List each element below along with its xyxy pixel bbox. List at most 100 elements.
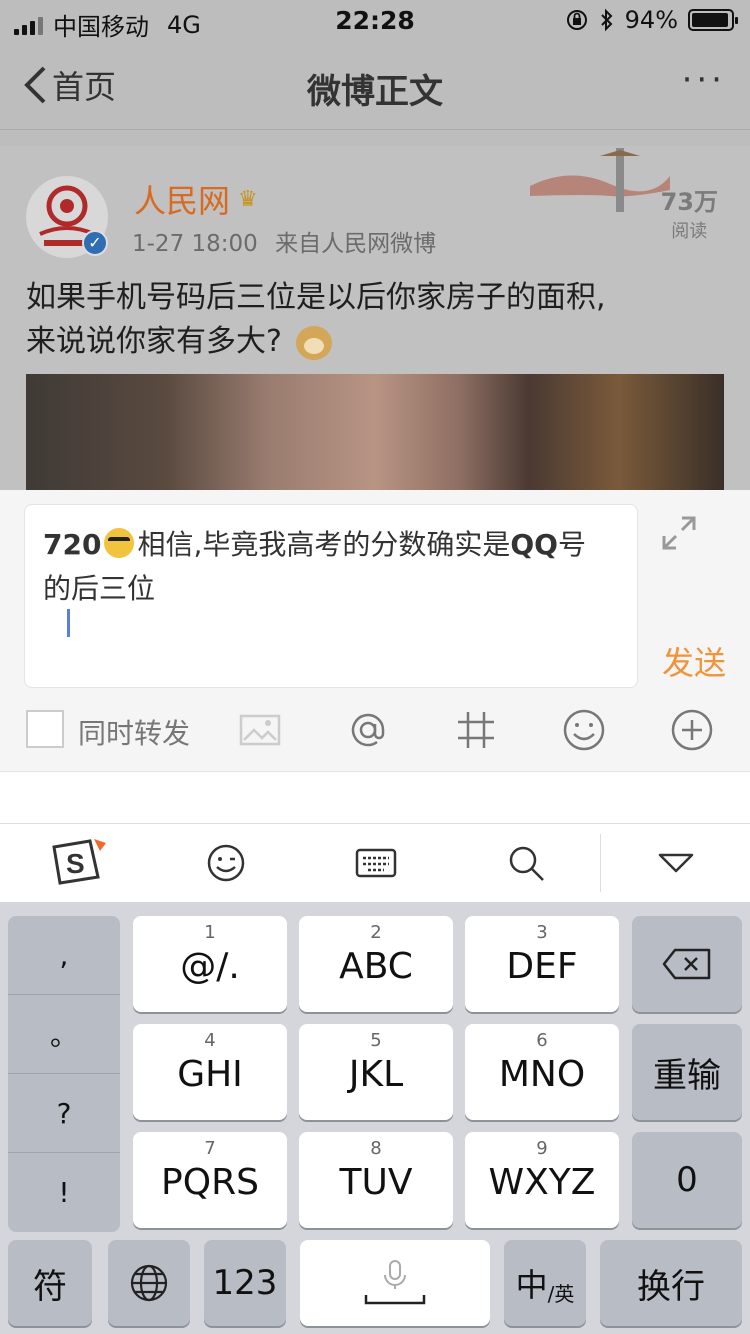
key-label: WXYZ (488, 1162, 596, 1203)
key-label: TUV (339, 1162, 413, 1203)
lang-sub-label: /英 (547, 1281, 575, 1306)
backspace-icon (662, 948, 711, 980)
key-number: 9 (536, 1138, 548, 1159)
key-number: 2 (370, 922, 382, 943)
keyboard-emoji-icon[interactable] (202, 838, 250, 888)
backspace-key[interactable] (632, 916, 742, 1012)
key-label: PQRS (161, 1162, 259, 1203)
sogou-logo-icon[interactable]: S (48, 838, 112, 888)
post-source: 来自人民网微博 (275, 231, 437, 257)
globe-key[interactable] (108, 1240, 190, 1326)
post-card: ✓ 人民网 ♛ 1-27 18:00 来自人民网微博 73万 阅读 如果手机号码… (0, 146, 750, 490)
post-text-line2: 来说说你家有多大? (26, 324, 282, 359)
key-1[interactable]: 1 @/. (133, 916, 287, 1012)
key-number: 5 (370, 1030, 382, 1051)
punctuation-column[interactable]: , 。 ? ! (8, 916, 120, 1232)
hashtag-icon[interactable] (454, 708, 498, 752)
keyboard-layout-icon[interactable] (352, 838, 400, 888)
keyboard: , 。 ? ! 1 @/. 2 ABC 3 DEF 4 GHI 5 JKL 6 … (0, 902, 750, 1334)
crown-badge-icon: ♛ (238, 186, 258, 212)
page-title: 微博正文 (307, 72, 443, 112)
bluetooth-icon (600, 8, 613, 32)
key-3[interactable]: 3 DEF (465, 916, 619, 1012)
decoration-image (530, 148, 670, 212)
punct-key-exclaim[interactable]: ! (8, 1153, 120, 1232)
collapse-keyboard-icon[interactable] (654, 838, 698, 888)
key-label: GHI (177, 1054, 243, 1095)
key-2[interactable]: 2 ABC (299, 916, 453, 1012)
status-bar: 中国移动 4G 22:28 94% (0, 0, 750, 41)
spacer (0, 772, 750, 824)
key-number: 6 (536, 1030, 548, 1051)
compose-toolbar: 同时转发 (0, 700, 750, 760)
lang-main-label: 中 (515, 1266, 548, 1304)
read-count-value: 73万 (660, 188, 718, 216)
comment-text-bold: QQ (510, 528, 558, 561)
key-label: JKL (348, 1054, 404, 1095)
nerd-emoji-icon (104, 528, 135, 558)
key-0[interactable]: 0 (632, 1132, 742, 1228)
read-count-label: 阅读 (671, 221, 708, 242)
repost-label[interactable]: 同时转发 (78, 712, 190, 752)
post-image[interactable] (26, 374, 724, 490)
reenter-label: 重输 (653, 1055, 721, 1096)
author-name[interactable]: 人民网 ♛ (134, 176, 258, 222)
nav-bar: 首页 微博正文 ··· (0, 40, 750, 130)
key-7[interactable]: 7 PQRS (133, 1132, 287, 1228)
author-label: 人民网 (134, 182, 231, 220)
post-text-line1: 如果手机号码后三位是以后你家房子的面积, (26, 280, 606, 315)
background-overlay[interactable]: 中国移动 4G 22:28 94% 首页 微博正文 ··· ✓ 人民网 ♛ 1-… (0, 0, 750, 490)
text-caret (67, 609, 70, 637)
repost-checkbox[interactable] (26, 710, 64, 748)
zero-label: 0 (676, 1160, 698, 1200)
language-key[interactable]: 中/英 (504, 1240, 586, 1326)
comment-text-line2: 的后三位 (43, 572, 156, 605)
key-4[interactable]: 4 GHI (133, 1024, 287, 1120)
microphone-icon (364, 1260, 426, 1305)
key-6[interactable]: 6 MNO (465, 1024, 619, 1120)
key-label: ABC (339, 946, 413, 987)
punct-key-period[interactable]: 。 (8, 995, 120, 1074)
read-count: 73万 阅读 (661, 182, 718, 243)
search-icon[interactable] (504, 838, 548, 888)
enter-label: 换行 (637, 1266, 705, 1307)
numbers-key[interactable]: 123 (204, 1240, 286, 1326)
key-8[interactable]: 8 TUV (299, 1132, 453, 1228)
post-meta: 1-27 18:00 来自人民网微博 (132, 224, 436, 258)
globe-icon (130, 1264, 168, 1302)
key-5[interactable]: 5 JKL (299, 1024, 453, 1120)
key-label: DEF (506, 946, 578, 987)
battery-percent: 94% (624, 6, 678, 34)
key-number: 1 (204, 922, 216, 943)
add-icon[interactable] (670, 708, 714, 752)
comment-text-part1: 相信,毕竟我高考的分数确实是 (137, 528, 511, 561)
key-label: @/. (180, 946, 240, 987)
expand-icon[interactable] (660, 514, 698, 552)
orientation-lock-icon (566, 10, 587, 30)
space-key[interactable] (300, 1240, 490, 1326)
key-number: 3 (536, 922, 548, 943)
comment-input[interactable]: 720 相信,毕竟我高考的分数确实是QQ号 的后三位 (24, 504, 638, 688)
svg-text:S: S (66, 848, 85, 879)
key-9[interactable]: 9 WXYZ (465, 1132, 619, 1228)
image-icon[interactable] (238, 708, 282, 752)
punct-key-question[interactable]: ? (8, 1074, 120, 1153)
punct-key-comma[interactable]: , (8, 916, 120, 995)
symbols-label: 符 (33, 1266, 67, 1307)
key-number: 8 (370, 1138, 382, 1159)
key-number: 7 (204, 1138, 216, 1159)
send-button[interactable]: 发送 (662, 638, 726, 684)
at-mention-icon[interactable] (346, 708, 390, 752)
enter-key[interactable]: 换行 (600, 1240, 742, 1326)
battery-icon (688, 9, 738, 31)
emoji-icon[interactable] (562, 708, 606, 752)
comment-compose-panel: 720 相信,毕竟我高考的分数确实是QQ号 的后三位 发送 同时转发 (0, 490, 750, 772)
more-button[interactable]: ··· (682, 60, 726, 100)
comment-text-part2: 号 (557, 528, 586, 561)
symbols-key[interactable]: 符 (8, 1240, 92, 1326)
key-label: MNO (498, 1054, 586, 1095)
verified-badge-icon: ✓ (82, 230, 108, 256)
numbers-label: 123 (212, 1263, 278, 1303)
reenter-key[interactable]: 重输 (632, 1024, 742, 1120)
keyboard-toolbar: S (0, 824, 750, 902)
